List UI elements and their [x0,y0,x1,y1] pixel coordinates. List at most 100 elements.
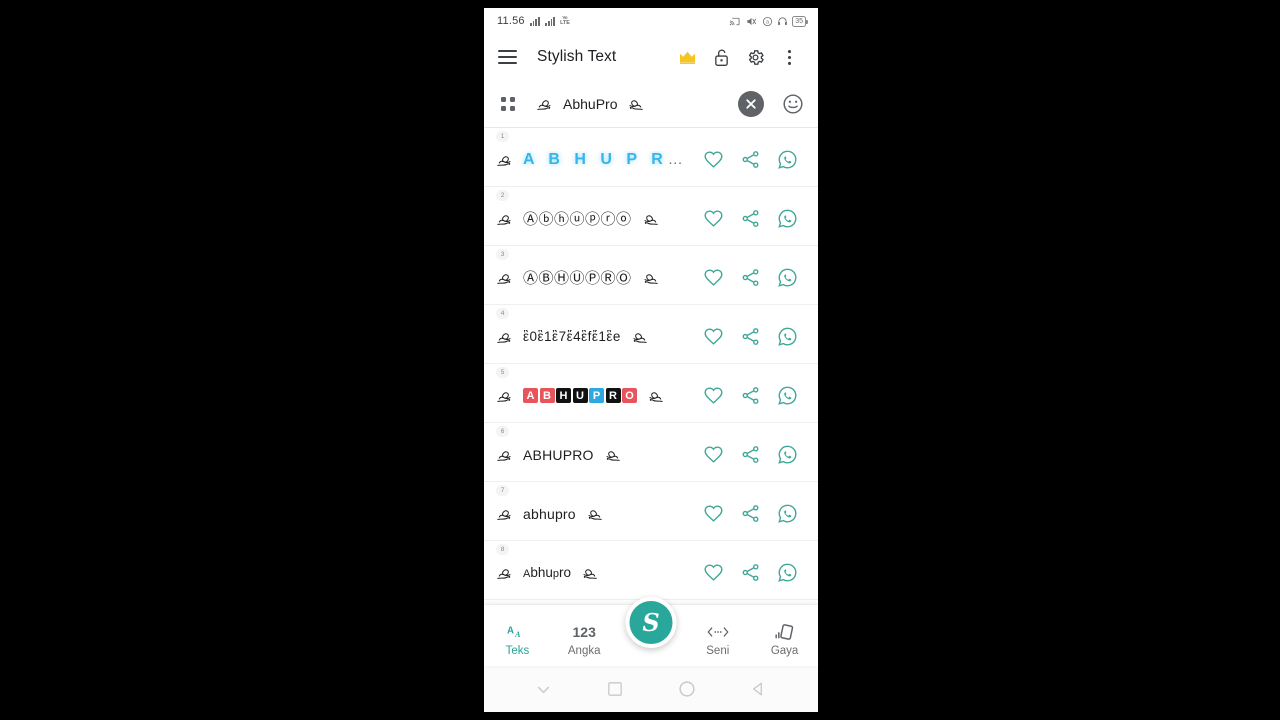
table-row[interactable]: 4 ἓ0ἓ1ἓ7ἔ4ἓfἔ1ἓe [484,305,818,364]
flourish-right-icon [633,332,647,343]
headphones-icon [778,16,788,25]
text-input-value[interactable]: AbhuPro [537,95,738,113]
heart-icon[interactable] [695,143,732,177]
row-number: 2 [496,190,509,201]
row-number: 3 [496,249,509,260]
row-styled-text: abhupro [497,505,695,523]
row-text-value: Ⓐⓑⓗⓤⓟⓡⓞ [523,211,632,228]
table-row[interactable]: 5 ABHUPRO [484,364,818,423]
bottom-nav-wrapper: A A Teks 123 Angka Seni Gaya S [484,597,818,666]
row-text-value: abhupro [523,505,576,522]
flourish-left-icon [497,155,511,166]
flourish-right-icon [583,568,597,579]
nav-item-angka[interactable]: 123 Angka [551,614,618,658]
table-row[interactable]: 3 ⒶⒷⒽⓊⓅⓇⓄ [484,246,818,305]
text-input-row[interactable]: AbhuPro [484,80,818,128]
share-nodes-icon[interactable] [732,261,769,295]
whatsapp-icon[interactable] [769,143,806,177]
status-bar: 11.56 Vo LTE a 35 [484,8,818,34]
row-text-value: A B H U P R [523,150,668,168]
nav-label-teks: Teks [505,645,530,657]
gear-icon[interactable] [738,40,772,74]
heart-icon[interactable] [695,438,732,472]
share-nodes-icon[interactable] [732,556,769,590]
table-row[interactable]: 8 Abhu p ro [484,541,818,600]
row-text-value: ABHUPRO [523,446,594,463]
flourish-left-icon [497,391,511,402]
svg-text:A: A [514,629,521,638]
row-styled-text: ABHUPRO [497,387,695,405]
flourish-left-icon [497,509,511,520]
row-number: 4 [496,308,509,319]
whatsapp-icon[interactable] [769,497,806,531]
heart-icon[interactable] [695,556,732,590]
android-system-nav [484,666,818,712]
styled-letter-box: R [605,388,621,403]
heart-icon[interactable] [695,320,732,354]
whatsapp-icon[interactable] [769,379,806,413]
nav-item-gaya[interactable]: Gaya [751,614,818,657]
row-text-part-d: ro [559,565,572,580]
style-card-icon [774,622,795,641]
square-icon[interactable] [598,672,632,706]
flourish-right-icon [588,509,602,520]
flourish-left-icon [497,214,511,225]
whatsapp-icon[interactable] [769,438,806,472]
flourish-right-icon [629,99,644,110]
row-actions [695,497,806,531]
share-nodes-icon[interactable] [732,320,769,354]
numbers-icon: 123 [572,623,596,640]
styled-letter-box: P [589,388,604,403]
whatsapp-icon[interactable] [769,320,806,354]
nav-item-seni[interactable]: Seni [684,614,751,657]
share-nodes-icon[interactable] [732,438,769,472]
whatsapp-icon[interactable] [769,556,806,590]
hamburger-menu-icon[interactable] [498,50,517,64]
triangle-back-icon[interactable] [741,672,775,706]
styled-letter-box: U [572,388,588,403]
cast-icon [730,17,740,25]
row-styled-text: ABHUPRO [497,446,695,464]
flourish-right-icon [644,273,658,284]
heart-icon[interactable] [695,261,732,295]
unlocked-padlock-icon[interactable] [704,40,738,74]
fab-glyph: S [642,607,660,637]
heart-icon[interactable] [695,202,732,236]
share-nodes-icon[interactable] [732,202,769,236]
row-text-value: ABHUPRO [523,388,637,403]
flourish-left-icon [497,568,511,579]
styled-letter-box: O [622,388,637,403]
status-bar-left: 11.56 Vo LTE [497,15,570,27]
heart-icon[interactable] [695,497,732,531]
share-nodes-icon[interactable] [732,379,769,413]
crown-icon[interactable] [670,40,704,74]
row-text-value: ἓ0ἓ1ἓ7ἔ4ἓfἔ1ἓe [523,329,621,344]
nav-label-seni: Seni [706,645,730,657]
share-nodes-icon[interactable] [732,497,769,531]
more-vertical-icon[interactable] [772,40,806,74]
share-nodes-icon[interactable] [732,143,769,177]
row-text-part-b: bhu [530,565,553,580]
flourish-left-icon [497,450,511,461]
table-row[interactable]: 1 A B H U P R … [484,128,818,187]
nav-item-teks[interactable]: A A Teks [484,614,551,657]
grid-dots-icon[interactable] [497,93,519,115]
table-row[interactable]: 7 abhupro [484,482,818,541]
signal-bars-icon-2 [544,16,556,26]
emoji-smiley-icon[interactable] [780,91,806,117]
whatsapp-icon[interactable] [769,202,806,236]
stylish-s-icon[interactable]: S [625,597,677,648]
nav-label-angka: Angka [567,645,601,657]
page-title: Stylish Text [537,48,617,65]
circle-icon[interactable] [670,672,704,706]
table-row[interactable]: 6 ABHUPRO [484,423,818,482]
heart-icon[interactable] [695,379,732,413]
close-circle-icon[interactable] [738,90,764,117]
table-row[interactable]: 2 Ⓐⓑⓗⓤⓟⓡⓞ [484,187,818,246]
flourish-right-icon [644,214,658,225]
row-actions [695,320,806,354]
row-text-value: Abhu p ro [523,565,571,580]
mute-icon [747,17,757,25]
whatsapp-icon[interactable] [769,261,806,295]
chevron-down-icon[interactable] [527,672,561,706]
